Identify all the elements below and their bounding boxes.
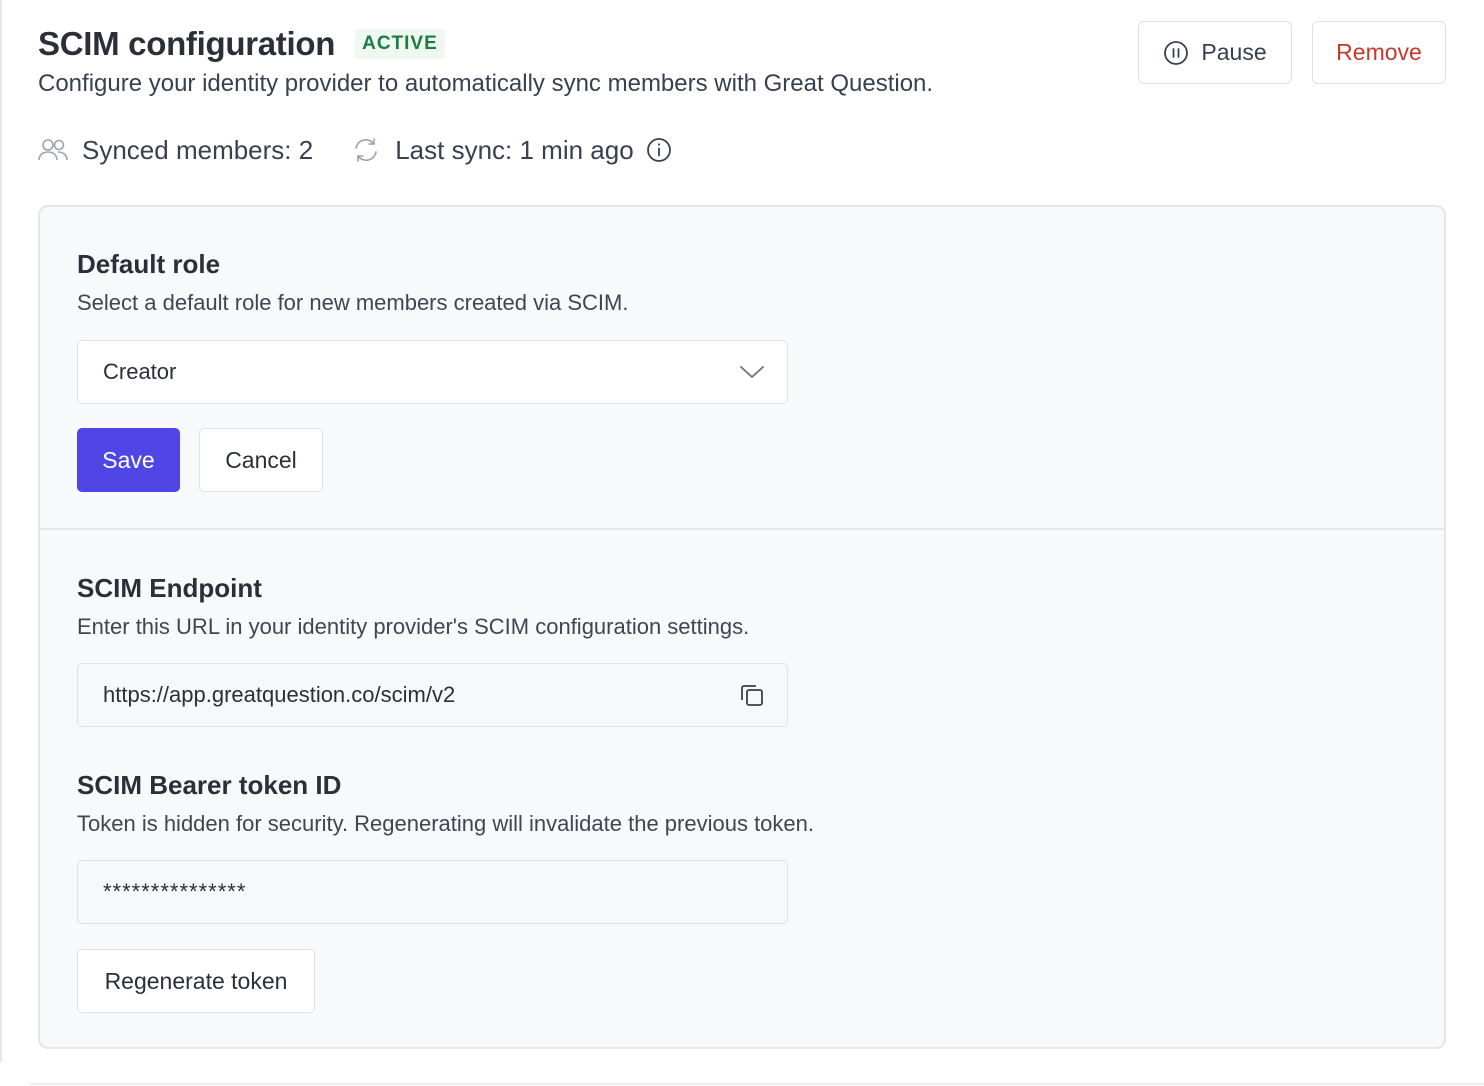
pause-label: Pause	[1201, 39, 1267, 65]
default-role-section: Default role Select a default role for n…	[77, 249, 628, 316]
token-description: Token is hidden for security. Regenerati…	[77, 811, 814, 836]
last-sync-text: Last sync: 1 min ago	[395, 134, 634, 165]
endpoint-description: Enter this URL in your identity provider…	[77, 614, 750, 639]
save-label: Save	[102, 446, 155, 473]
pause-button[interactable]: Pause	[1138, 21, 1292, 84]
token-masked-value: ***************	[103, 879, 247, 904]
endpoint-section: SCIM Endpoint Enter this URL in your ide…	[77, 573, 749, 640]
users-icon	[38, 139, 68, 161]
regenerate-token-button[interactable]: Regenerate token	[77, 949, 315, 1013]
section-divider	[40, 528, 1444, 530]
header-actions: Pause Remove	[1138, 21, 1446, 84]
default-role-description: Select a default role for new members cr…	[77, 290, 629, 315]
status-badge: ACTIVE	[355, 29, 445, 59]
token-title: SCIM Bearer token ID	[77, 770, 342, 800]
last-sync-stat: Last sync: 1 min ago	[351, 135, 685, 166]
page-title: SCIM configuration	[38, 25, 336, 62]
remove-button[interactable]: Remove	[1312, 21, 1446, 84]
cancel-button[interactable]: Cancel	[199, 428, 323, 492]
token-field[interactable]: ***************	[77, 860, 788, 924]
bottom-border	[30, 1083, 1484, 1085]
endpoint-url-value: https://app.greatquestion.co/scim/v2	[103, 682, 456, 707]
synced-members-stat: Synced members: 2	[38, 135, 313, 166]
endpoint-url-field[interactable]: https://app.greatquestion.co/scim/v2	[77, 663, 788, 727]
info-icon[interactable]	[646, 137, 686, 163]
default-role-select[interactable]: Creator	[77, 340, 788, 404]
refresh-icon	[355, 138, 378, 162]
default-role-title: Default role	[77, 249, 221, 279]
regenerate-token-label: Regenerate token	[104, 967, 288, 994]
remove-label: Remove	[1336, 39, 1422, 65]
endpoint-title: SCIM Endpoint	[77, 573, 262, 603]
pause-circle-icon	[1164, 40, 1189, 65]
save-button[interactable]: Save	[77, 428, 180, 492]
chevron-down-icon	[740, 366, 764, 378]
default-role-value: Creator	[103, 359, 177, 384]
left-border	[0, 0, 2, 1062]
token-section: SCIM Bearer token ID Token is hidden for…	[77, 770, 814, 837]
sync-stats: Synced members: 2 Last sync: 1 min ago	[38, 130, 686, 170]
scim-settings-card: Default role Select a default role for n…	[38, 205, 1446, 1049]
cancel-label: Cancel	[225, 446, 297, 473]
synced-members-text: Synced members: 2	[82, 134, 314, 165]
copy-icon[interactable]	[739, 682, 765, 708]
